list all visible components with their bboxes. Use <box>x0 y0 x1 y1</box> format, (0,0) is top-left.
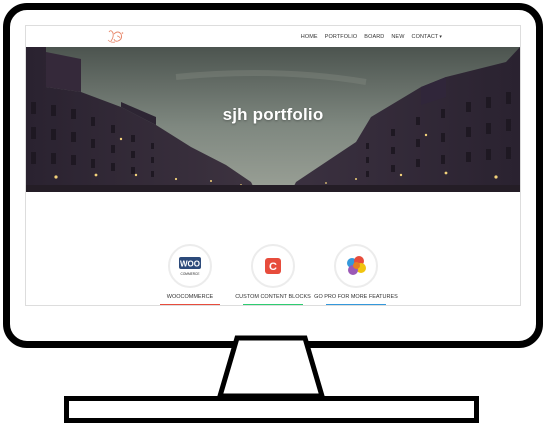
woocommerce-icon-text: WOO <box>180 260 200 269</box>
nav-item-contact[interactable]: CONTACT ▾ <box>412 34 443 40</box>
nav-item-contact-label: CONTACT <box>411 33 439 40</box>
woocommerce-icon-subtext: COMMERCE <box>181 272 200 276</box>
feature-icon-circle <box>334 244 378 288</box>
feature-go-pro[interactable]: GO PRO FOR MORE FEATURES <box>306 244 406 305</box>
woocommerce-icon: WOO COMMERCE <box>179 257 201 276</box>
feature-underline <box>326 304 386 305</box>
browser-screen: HOME PORTFOLIO BOARD NEW CONTACT ▾ sjh p… <box>25 25 521 306</box>
feature-icon-circle: C <box>251 244 295 288</box>
colorful-badge-icon <box>347 256 366 275</box>
feature-underline <box>160 304 220 305</box>
content-blocks-icon-text: C <box>269 261 277 273</box>
chevron-down-icon: ▾ <box>439 33 442 40</box>
site-logo[interactable] <box>105 28 127 45</box>
hero-banner: sjh portfolio <box>26 47 520 192</box>
nav-item-board[interactable]: BOARD <box>364 34 384 40</box>
monitor-base <box>64 396 479 423</box>
nav-menu: HOME PORTFOLIO BOARD NEW CONTACT ▾ <box>301 26 442 47</box>
feature-underline <box>243 304 303 305</box>
feature-icon-circle: WOO COMMERCE <box>168 244 212 288</box>
nav-item-new[interactable]: NEW <box>391 34 404 40</box>
hero-title: sjh portfolio <box>222 105 324 124</box>
nav-item-portfolio[interactable]: PORTFOLIO <box>325 34 358 40</box>
site-navbar: HOME PORTFOLIO BOARD NEW CONTACT ▾ <box>26 26 520 48</box>
nav-item-home[interactable]: HOME <box>301 34 318 40</box>
content-blocks-icon: C <box>265 258 281 274</box>
feature-label: GO PRO FOR MORE FEATURES <box>314 294 398 300</box>
